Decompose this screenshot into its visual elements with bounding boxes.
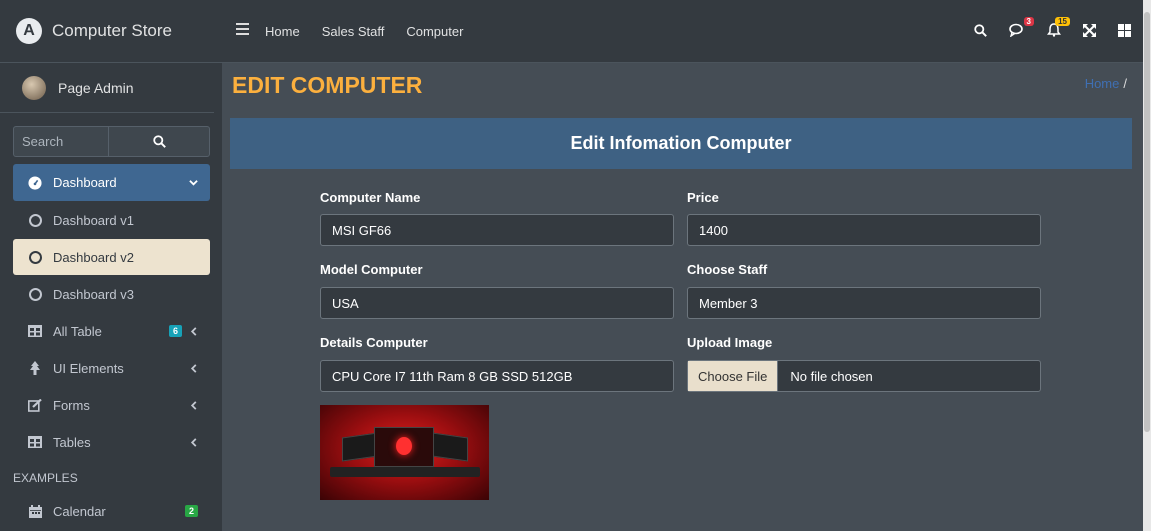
- nav-link-computer[interactable]: Computer: [406, 24, 463, 39]
- sidebar-item-dashboard-v1[interactable]: Dashboard v1: [13, 202, 210, 238]
- upload-image-label: Upload Image: [687, 335, 773, 350]
- sidebar-item-label: All Table: [53, 323, 102, 339]
- sidebar-search: [13, 126, 210, 157]
- scrollbar-thumb[interactable]: [1144, 12, 1150, 432]
- tree-icon: [27, 361, 43, 375]
- chevron-left-icon: [190, 400, 198, 410]
- brand-name: Computer Store: [52, 21, 172, 40]
- choose-staff-select[interactable]: Member 3: [687, 287, 1041, 319]
- messages-badge: 3: [1023, 17, 1034, 26]
- hamburger-menu-icon[interactable]: [236, 22, 249, 40]
- sidebar-item-ui-elements[interactable]: UI Elements: [13, 350, 210, 386]
- sidebar: A Computer Store Page Admin Dashboard Da…: [0, 0, 222, 531]
- model-computer-label: Model Computer: [320, 262, 423, 277]
- sidebar-item-all-table[interactable]: All Table 6: [13, 313, 210, 349]
- nav-link-sales-staff[interactable]: Sales Staff: [322, 24, 385, 39]
- sidebar-item-calendar[interactable]: Calendar 2: [13, 493, 210, 529]
- tachometer-icon: [27, 175, 43, 190]
- circle-icon: [27, 250, 43, 264]
- table-icon: [27, 436, 43, 448]
- sidebar-item-forms[interactable]: Forms: [13, 387, 210, 423]
- page-title: EDIT COMPUTER: [232, 72, 423, 98]
- brand-logo-icon: A: [16, 18, 42, 44]
- sidebar-item-tables[interactable]: Tables: [13, 424, 210, 460]
- chevron-left-icon: [190, 363, 198, 373]
- breadcrumb-separator: /: [1123, 76, 1127, 91]
- navbar-right: 3 15: [974, 0, 1131, 63]
- sidebar-item-label: Dashboard: [53, 175, 117, 190]
- form-card-header: Edit Infomation Computer: [230, 118, 1132, 169]
- price-label: Price: [687, 190, 719, 205]
- table-icon: [27, 325, 43, 337]
- upload-image-field: Choose File No file chosen: [687, 360, 1041, 392]
- computer-name-label: Computer Name: [320, 190, 421, 205]
- calendar-icon: [27, 504, 43, 518]
- nav-link-home[interactable]: Home: [265, 24, 300, 39]
- sidebar-item-dashboard[interactable]: Dashboard: [13, 164, 210, 201]
- user-panel[interactable]: Page Admin: [0, 63, 214, 113]
- sidebar-item-dashboard-v2[interactable]: Dashboard v2: [13, 239, 210, 275]
- nav-section-header: EXAMPLES: [13, 471, 78, 485]
- choose-staff-label: Choose Staff: [687, 262, 768, 277]
- user-name: Page Admin: [58, 79, 134, 96]
- sidebar-item-label: Dashboard v2: [53, 249, 134, 265]
- messages-icon[interactable]: 3: [1009, 17, 1034, 40]
- breadcrumb-home-link[interactable]: Home: [1085, 76, 1120, 91]
- page-scrollbar[interactable]: [1143, 0, 1151, 531]
- bell-icon[interactable]: 15: [1047, 17, 1070, 40]
- sidebar-item-label: Tables: [53, 434, 91, 450]
- chevron-left-icon: [190, 326, 197, 336]
- sidebar-item-label: Dashboard v1: [53, 212, 134, 228]
- top-navbar: Home Sales Staff Computer 3 15: [222, 0, 1151, 63]
- breadcrumb: Home /: [1085, 76, 1127, 91]
- circle-icon: [27, 213, 43, 227]
- fullscreen-icon[interactable]: [1083, 23, 1096, 40]
- circle-icon: [27, 287, 43, 301]
- price-input[interactable]: 1400: [687, 214, 1041, 246]
- computer-image: [320, 405, 489, 500]
- count-badge: 2: [184, 505, 198, 517]
- computer-name-input[interactable]: MSI GF66: [320, 214, 674, 246]
- search-icon: [152, 135, 166, 148]
- sidebar-item-label: Dashboard v3: [53, 286, 134, 302]
- count-badge: 6: [168, 325, 182, 337]
- grid-icon[interactable]: [1118, 23, 1131, 40]
- search-input[interactable]: [14, 127, 109, 156]
- details-computer-label: Details Computer: [320, 335, 428, 350]
- sidebar-item-dashboard-v3[interactable]: Dashboard v3: [13, 276, 210, 312]
- model-computer-input[interactable]: USA: [320, 287, 674, 319]
- details-computer-input[interactable]: CPU Core I7 11th Ram 8 GB SSD 512GB: [320, 360, 674, 392]
- sidebar-item-label: UI Elements: [53, 360, 124, 376]
- sidebar-nav: Dashboard Dashboard v1 Dashboard v2 Dash…: [13, 164, 210, 530]
- search-icon[interactable]: [974, 23, 987, 40]
- brand[interactable]: A Computer Store: [0, 0, 222, 63]
- sidebar-item-label: Calendar: [53, 503, 106, 519]
- chevron-left-icon: [190, 437, 198, 447]
- edit-icon: [27, 398, 43, 412]
- choose-file-button[interactable]: Choose File: [688, 361, 779, 391]
- search-button[interactable]: [109, 127, 209, 156]
- chevron-down-icon: [189, 178, 198, 187]
- sidebar-item-label: Forms: [53, 397, 90, 413]
- avatar: [22, 75, 46, 100]
- notifications-badge: 15: [1055, 17, 1070, 26]
- file-status-text: No file chosen: [790, 368, 873, 384]
